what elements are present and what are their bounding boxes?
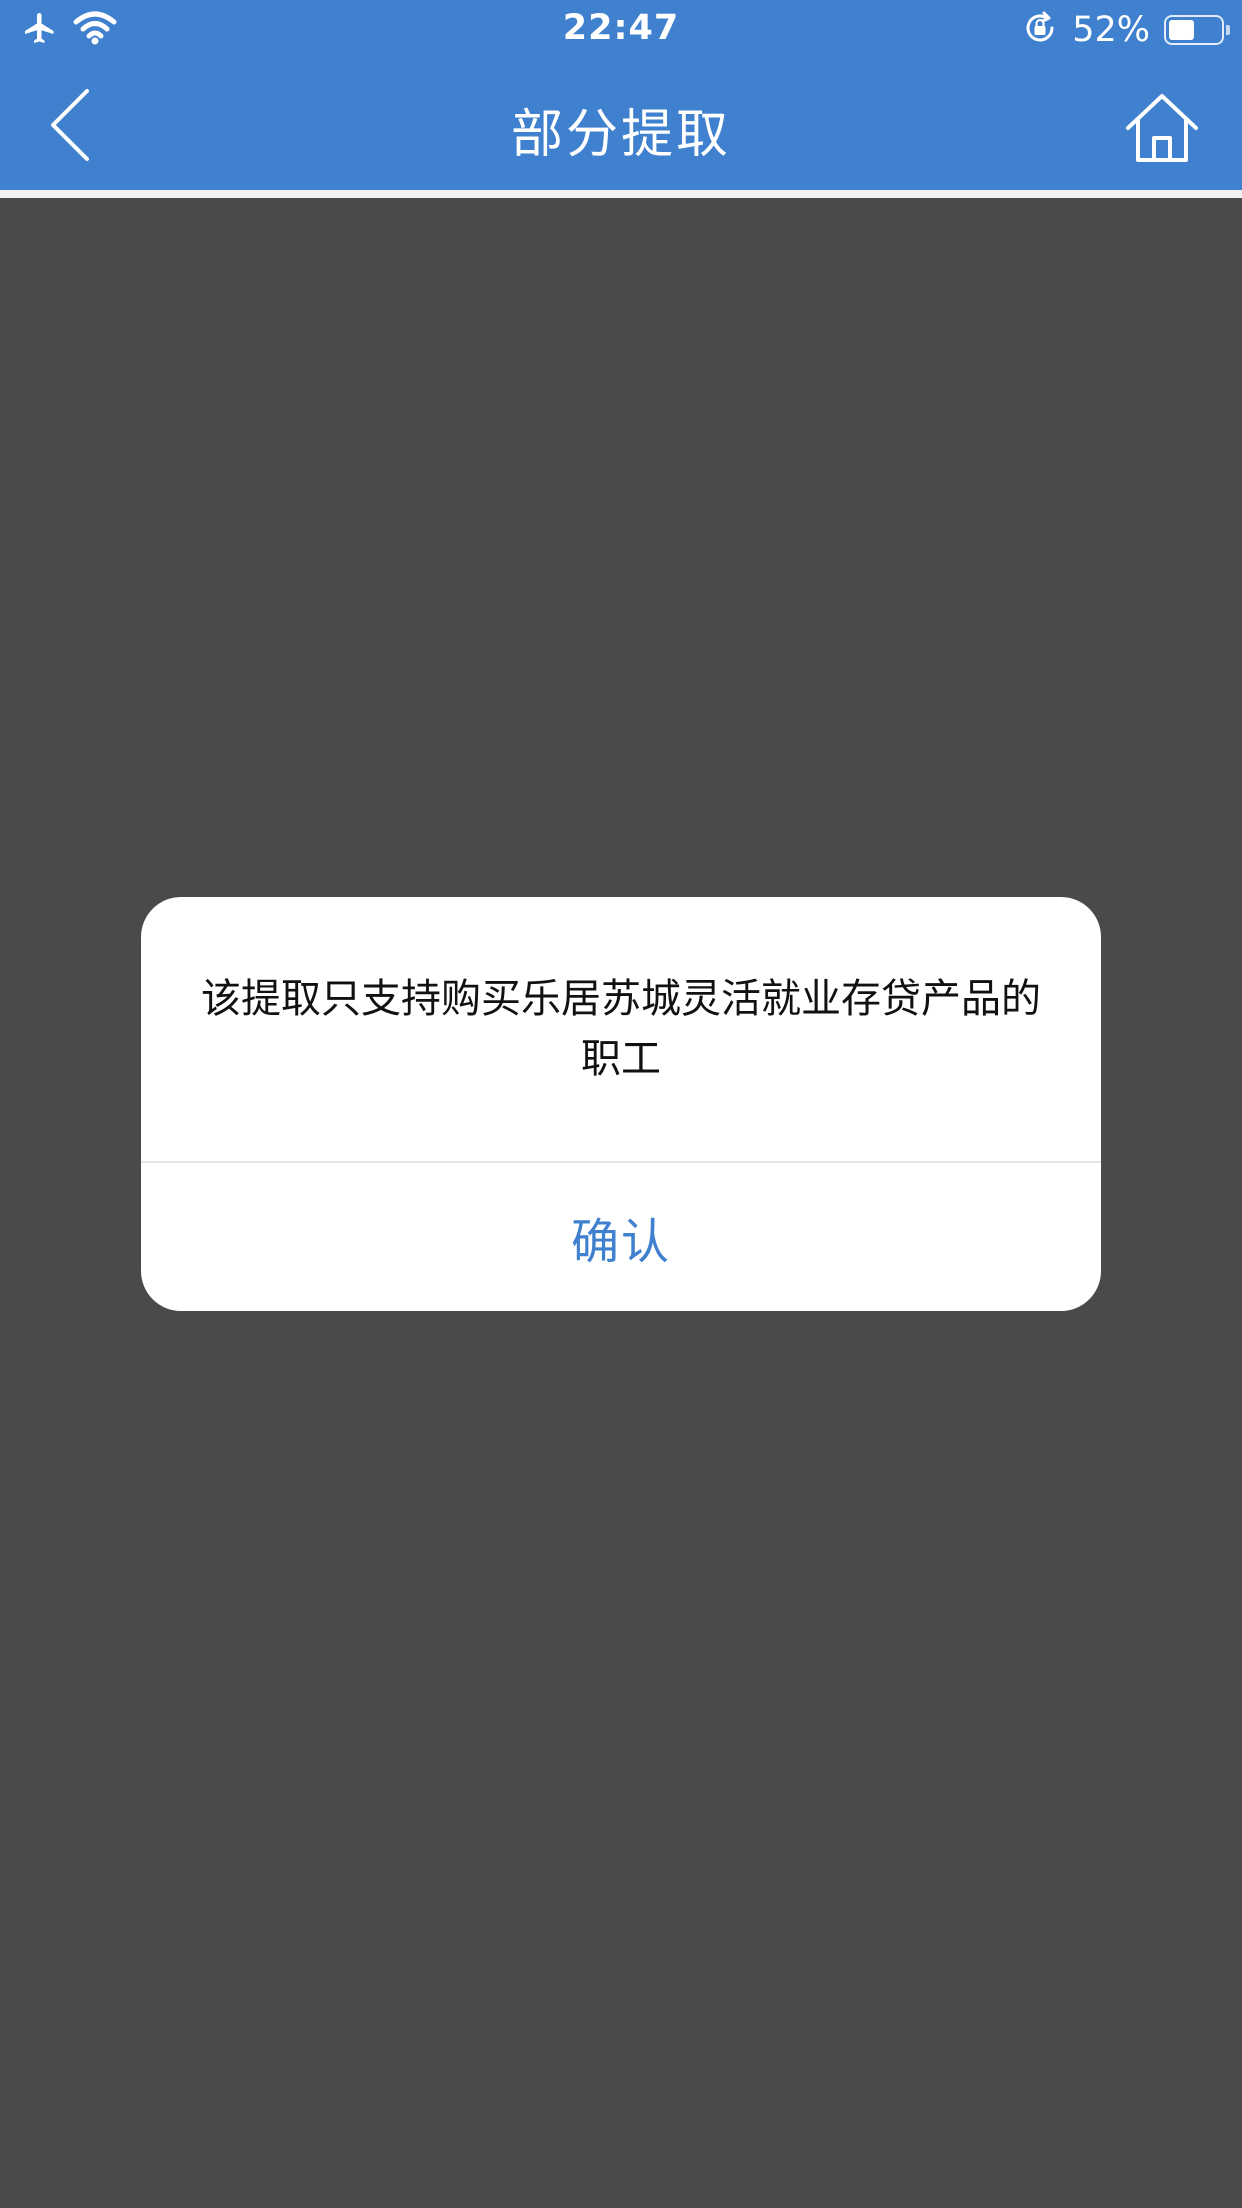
battery-icon: [1164, 15, 1230, 45]
screen: 22:47 52% 部分提取 该提取只支持购买乐居苏城灵活就业存贷产品的职工 确…: [0, 0, 1242, 2208]
alert-dialog: 该提取只支持购买乐居苏城灵活就业存贷产品的职工 确认: [141, 897, 1101, 1311]
status-bar: 22:47 52%: [0, 0, 1242, 60]
home-button[interactable]: [1122, 88, 1202, 168]
nav-divider: [0, 190, 1242, 198]
status-right-icons: 52%: [1022, 10, 1230, 50]
top-bar: 22:47 52% 部分提取: [0, 0, 1242, 190]
rotation-lock-icon: [1022, 10, 1058, 50]
home-icon: [1126, 94, 1198, 162]
page-title: 部分提取: [510, 105, 731, 165]
battery-fill: [1169, 20, 1194, 40]
battery-percent: 52%: [1072, 10, 1150, 50]
alert-message: 该提取只支持购买乐居苏城灵活就业存贷产品的职工: [201, 976, 1041, 1082]
confirm-button[interactable]: 确认: [141, 1163, 1101, 1311]
nav-bar: 部分提取: [0, 60, 1242, 190]
battery-tip: [1226, 25, 1230, 35]
